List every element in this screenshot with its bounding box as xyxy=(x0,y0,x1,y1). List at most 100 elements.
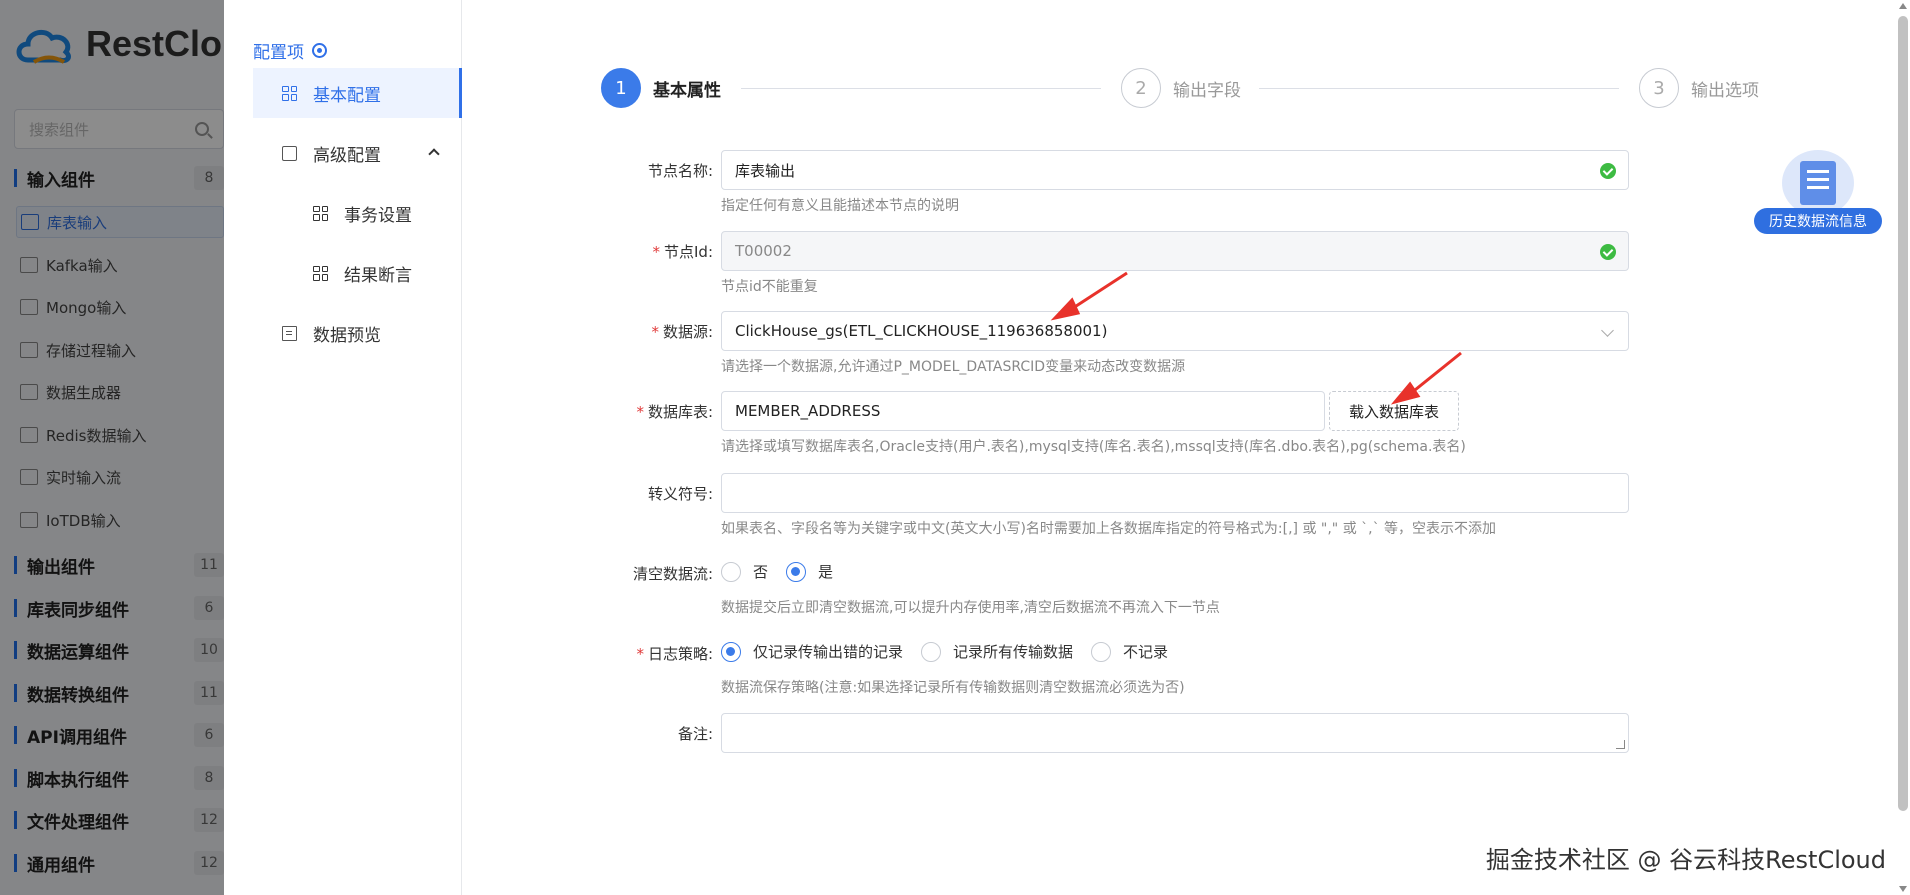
step-output-options[interactable]: 3 输出选项 xyxy=(1639,68,1759,108)
step-number: 2 xyxy=(1121,68,1161,108)
modal-overlay[interactable] xyxy=(0,0,224,895)
datasource-label: * 数据源: xyxy=(569,321,713,342)
table-input[interactable]: MEMBER_ADDRESS xyxy=(721,391,1325,431)
radio-label: 不记录 xyxy=(1123,643,1169,661)
cube-icon xyxy=(282,145,297,161)
clear-stream-radio-group: 否 是 xyxy=(721,561,833,582)
grid-icon xyxy=(313,265,328,281)
label-text: 节点Id: xyxy=(664,243,713,261)
config-sidenav: 配置项 基本配置 高级配置 事务设置 结果断言 数据预览 xyxy=(224,0,462,895)
log-policy-option-errors[interactable]: 仅记录传输出错的记录 xyxy=(721,641,903,662)
config-drawer: 配置项 基本配置 高级配置 事务设置 结果断言 数据预览 1 基本属性 2 输出… xyxy=(224,0,1910,895)
log-policy-option-all[interactable]: 记录所有传输数据 xyxy=(921,641,1073,662)
node-id-label: * 节点Id: xyxy=(569,241,714,262)
label-text: 数据源: xyxy=(662,323,713,341)
step-connector xyxy=(741,88,1101,89)
radio-label: 否 xyxy=(753,563,769,581)
required-mark: * xyxy=(636,645,644,663)
radio-circle[interactable] xyxy=(721,561,741,582)
target-icon xyxy=(312,43,327,58)
step-label: 基本属性 xyxy=(653,80,721,101)
radio-circle[interactable] xyxy=(721,641,741,662)
node-id-help: 节点id不能重复 xyxy=(721,279,818,295)
grid-icon xyxy=(313,205,328,221)
datasource-help: 请选择一个数据源,允许通过P_MODEL_DATASRCID变量来动态改变数据源 xyxy=(721,359,1186,375)
clear-stream-option-no[interactable]: 否 xyxy=(721,561,768,582)
required-mark: * xyxy=(636,403,644,421)
escape-input[interactable] xyxy=(721,473,1629,513)
field-value: 库表输出 xyxy=(735,161,796,180)
escape-label: 转义符号: xyxy=(569,483,713,504)
chevron-up-icon[interactable] xyxy=(428,148,440,160)
node-name-label: 节点名称: xyxy=(569,160,713,181)
history-dataflow-button[interactable]: 历史数据流信息 xyxy=(1754,150,1882,236)
check-circle-icon xyxy=(1600,244,1616,260)
chevron-down-icon[interactable] xyxy=(1601,324,1614,337)
check-circle-icon xyxy=(1600,163,1616,179)
label-text: 节点名称: xyxy=(647,162,713,180)
nav-item-advanced-config[interactable]: 高级配置 xyxy=(253,128,462,178)
step-number: 3 xyxy=(1639,68,1679,108)
scroll-up-arrow-icon[interactable] xyxy=(1899,3,1907,9)
nav-item-data-preview[interactable]: 数据预览 xyxy=(253,308,462,358)
label-text: 备注: xyxy=(677,725,713,743)
log-policy-label: * 日志策略: xyxy=(569,643,713,664)
clear-stream-label: 清空数据流: xyxy=(569,563,713,584)
step-connector xyxy=(1259,88,1619,89)
scrollbar[interactable] xyxy=(1898,16,1908,811)
radio-circle[interactable] xyxy=(921,641,942,662)
radio-circle[interactable] xyxy=(786,561,807,582)
radio-label: 是 xyxy=(818,563,834,581)
resize-handle-icon[interactable] xyxy=(1616,740,1625,749)
required-mark: * xyxy=(652,243,661,261)
radio-label: 记录所有传输数据 xyxy=(953,643,1074,661)
nav-item-basic-config[interactable]: 基本配置 xyxy=(253,68,462,118)
radio-circle[interactable] xyxy=(1091,641,1112,662)
log-policy-help: 数据流保存策略(注意:如果选择记录所有传输数据则清空数据流必须选为否) xyxy=(721,680,1185,696)
escape-help: 如果表名、字段名等为关键字或中文(英文大小写)名时需要加上各数据库指定的符号格式… xyxy=(721,521,1497,537)
step-number: 1 xyxy=(601,68,641,108)
clear-stream-help: 数据提交后立即清空数据流,可以提升内存使用率,清空后数据流不再流入下一节点 xyxy=(721,600,1220,616)
field-value: T00002 xyxy=(735,242,792,260)
field-value: MEMBER_ADDRESS xyxy=(735,402,881,420)
grid-icon xyxy=(282,85,297,101)
radio-label: 仅记录传输出错的记录 xyxy=(753,643,904,661)
sidenav-title: 配置项 xyxy=(253,38,327,63)
label-text: 转义符号: xyxy=(647,485,713,503)
log-policy-option-none[interactable]: 不记录 xyxy=(1091,641,1168,662)
remark-textarea[interactable] xyxy=(721,713,1629,753)
step-label: 输出选项 xyxy=(1691,80,1759,101)
nav-item-label: 基本配置 xyxy=(313,85,381,106)
step-label: 输出字段 xyxy=(1173,80,1241,101)
preview-icon xyxy=(282,325,297,341)
watermark: 掘金技术社区 @ 谷云科技RestCloud xyxy=(1485,846,1886,874)
sidenav-title-text: 配置项 xyxy=(253,43,304,63)
nav-item-label: 结果断言 xyxy=(344,265,412,286)
node-id-input[interactable]: T00002 xyxy=(721,231,1629,271)
load-tables-button[interactable]: 载入数据库表 xyxy=(1329,391,1459,431)
wizard-steps: 1 基本属性 2 输出字段 3 输出选项 xyxy=(601,68,1759,108)
label-text: 数据库表: xyxy=(647,403,713,421)
table-help: 请选择或填写数据库表名,Oracle支持(用户.表名),mysql支持(库名.表… xyxy=(721,439,1466,455)
nav-item-transaction-settings[interactable]: 事务设置 xyxy=(253,188,462,238)
field-value: ClickHouse_gs(ETL_CLICKHOUSE_11963685800… xyxy=(735,322,1108,340)
clear-stream-option-yes[interactable]: 是 xyxy=(786,561,833,582)
remark-label: 备注: xyxy=(569,723,713,744)
nav-item-label: 数据预览 xyxy=(313,325,381,346)
scroll-down-arrow-icon[interactable] xyxy=(1899,886,1907,892)
history-label: 历史数据流信息 xyxy=(1754,208,1882,234)
log-policy-radio-group: 仅记录传输出错的记录 记录所有传输数据 不记录 xyxy=(721,641,1168,662)
node-name-help: 指定任何有意义且能描述本节点的说明 xyxy=(721,198,959,214)
nav-item-result-assertion[interactable]: 结果断言 xyxy=(253,248,462,298)
table-label: * 数据库表: xyxy=(569,401,713,422)
nav-item-label: 高级配置 xyxy=(313,145,381,166)
datasource-select[interactable]: ClickHouse_gs(ETL_CLICKHOUSE_11963685800… xyxy=(721,311,1629,351)
label-text: 清空数据流: xyxy=(632,565,713,583)
nav-item-label: 事务设置 xyxy=(344,205,412,226)
step-output-fields[interactable]: 2 输出字段 xyxy=(1121,68,1241,108)
label-text: 日志策略: xyxy=(647,645,713,663)
required-mark: * xyxy=(651,323,659,341)
step-basic-properties[interactable]: 1 基本属性 xyxy=(601,68,721,108)
document-icon xyxy=(1782,150,1854,216)
node-name-input[interactable]: 库表输出 xyxy=(721,150,1629,190)
